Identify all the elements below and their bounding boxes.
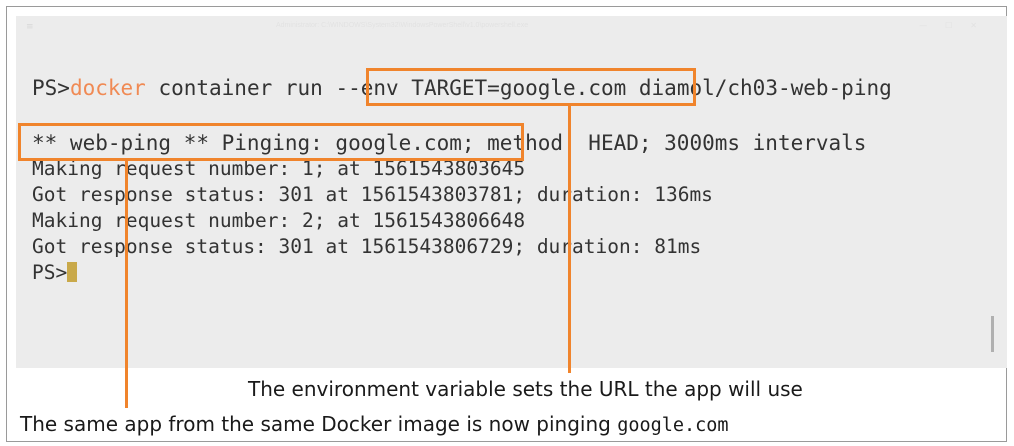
output-line-3: Got response status: 301 at 156154380378…	[32, 183, 713, 206]
window-controls[interactable]: —☐✕	[919, 21, 995, 30]
ping-method-output: method: HEAD; 3000ms intervals	[474, 131, 867, 155]
maximize-icon[interactable]: ☐	[945, 21, 970, 30]
final-prompt: PS>	[32, 261, 68, 284]
ping-leader-line	[125, 158, 128, 408]
output-line-5: Got response status: 301 at 156154380672…	[32, 235, 702, 258]
env-flag-highlight-box	[366, 68, 696, 106]
env-caption: The environment variable sets the URL th…	[248, 377, 803, 401]
docker-keyword: docker	[69, 76, 146, 100]
minimize-icon[interactable]: —	[919, 21, 945, 30]
window-titlebar: ≡ Administrator: C:\WINDOWS\System32\Win…	[16, 16, 1007, 38]
powershell-icon: ≡	[26, 22, 34, 32]
command-args: container run	[145, 76, 336, 100]
prompt: PS>	[32, 76, 70, 100]
final-prompt-line[interactable]: PS>	[32, 261, 78, 285]
window-title: Administrator: C:\WINDOWS\System32\Windo…	[276, 22, 529, 29]
ping-caption: The same app from the same Docker image …	[20, 412, 729, 436]
scrollbar-thumb[interactable]	[991, 316, 994, 352]
close-icon[interactable]: ✕	[970, 21, 995, 30]
ping-caption-code: google.com	[617, 415, 729, 436]
text-cursor	[67, 262, 78, 282]
ping-caption-text: The same app from the same Docker image …	[20, 412, 618, 436]
ping-target-highlight-box	[18, 123, 524, 161]
output-line-4: Making request number: 2; at 15615438066…	[32, 209, 526, 232]
env-leader-line	[568, 103, 571, 373]
